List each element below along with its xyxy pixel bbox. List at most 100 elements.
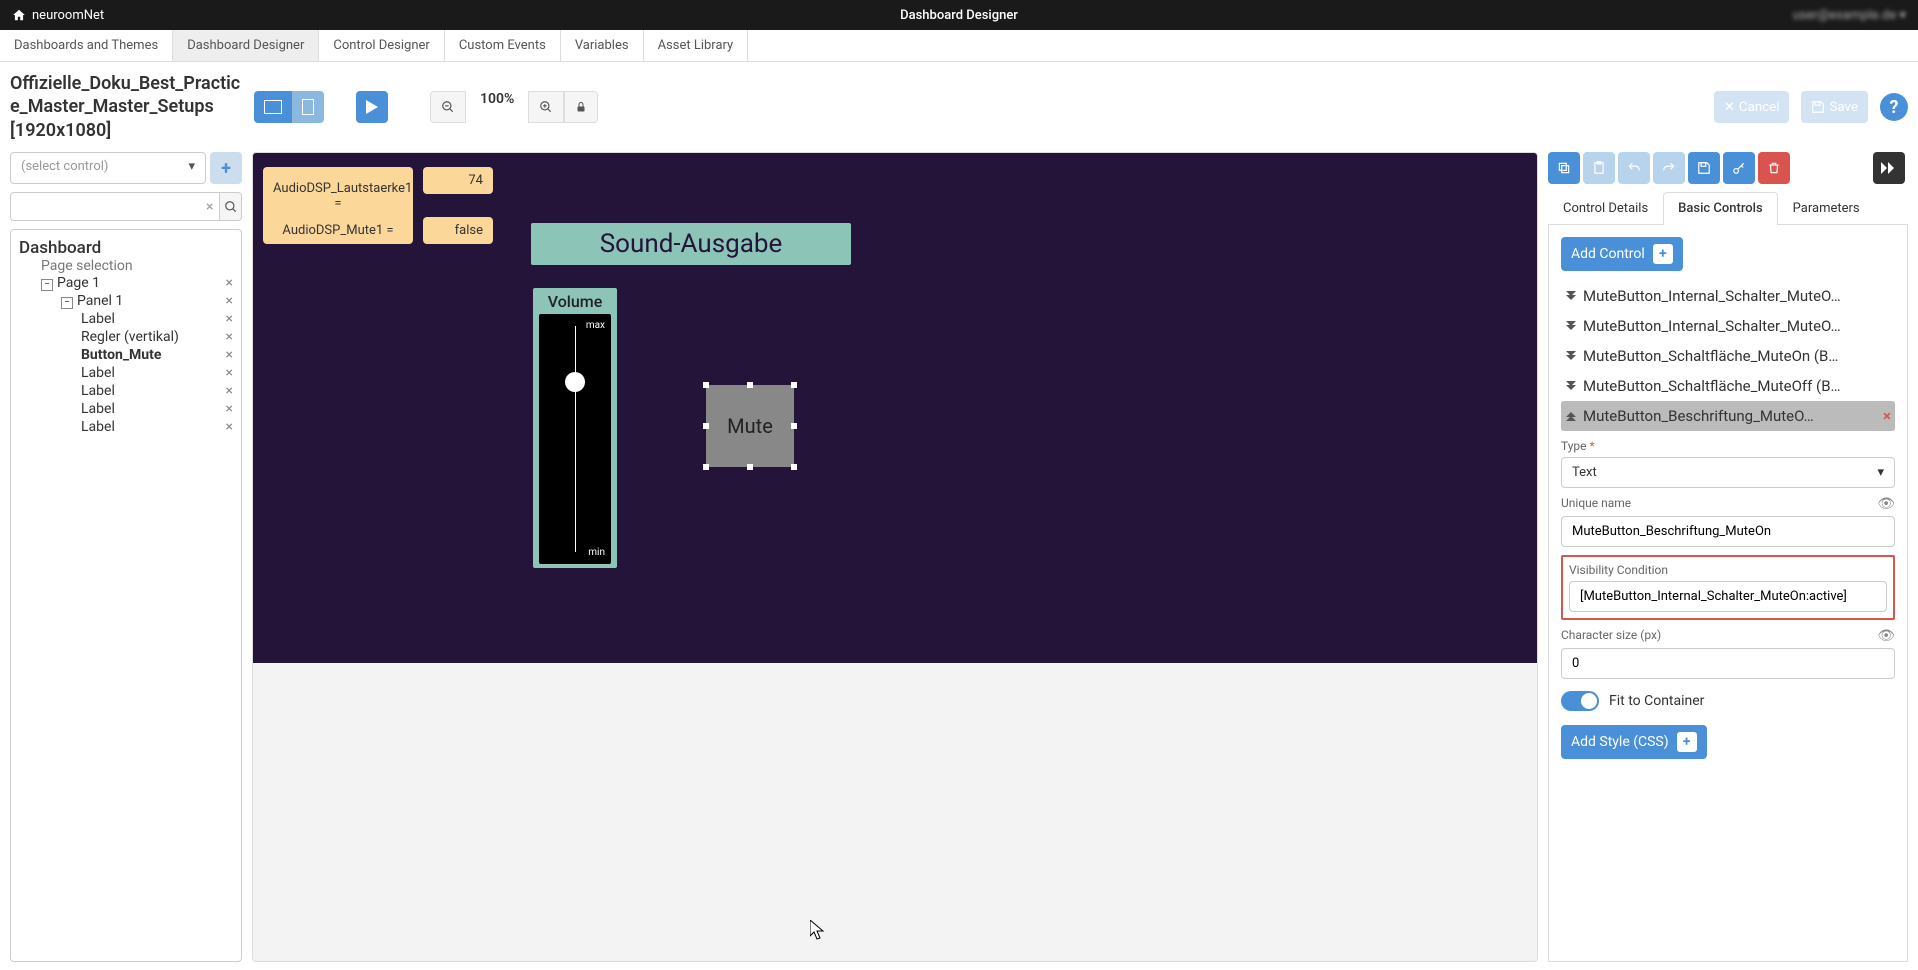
tree-delete-icon[interactable]: × bbox=[226, 347, 233, 363]
rtab-parameters[interactable]: Parameters bbox=[1778, 192, 1875, 224]
layout-landscape-button[interactable] bbox=[254, 91, 292, 123]
tree-delete-icon[interactable]: × bbox=[226, 293, 233, 309]
zoom-in-button[interactable] bbox=[528, 91, 564, 123]
play-button[interactable] bbox=[356, 91, 388, 123]
tree-item[interactable]: −Page 1× bbox=[41, 274, 233, 292]
control-list-item[interactable]: MuteButton_Internal_Schalter_MuteO… bbox=[1561, 311, 1895, 341]
tree-item[interactable]: Label× bbox=[81, 418, 233, 436]
visibility-toggle-icon[interactable]: 👁 bbox=[1877, 496, 1895, 512]
tree-delete-icon[interactable]: × bbox=[226, 311, 233, 327]
tab-custom-events[interactable]: Custom Events bbox=[445, 30, 561, 61]
rtab-control-details[interactable]: Control Details bbox=[1548, 192, 1663, 224]
fit-container-toggle[interactable] bbox=[1561, 691, 1599, 711]
page-title: Dashboard Designer bbox=[900, 8, 1018, 23]
left-panel: (select control) + × Dashboard Page sele… bbox=[10, 152, 242, 962]
clear-search-icon[interactable]: × bbox=[200, 199, 219, 215]
user-info: user@example.de ▾ bbox=[1793, 8, 1906, 23]
tab-dashboard-designer[interactable]: Dashboard Designer bbox=[173, 30, 319, 61]
slider-knob[interactable] bbox=[565, 372, 585, 392]
help-icon[interactable]: ? bbox=[1880, 93, 1908, 121]
tree-delete-icon[interactable]: × bbox=[226, 329, 233, 345]
tree-item[interactable]: Label× bbox=[81, 364, 233, 382]
chevron-down-icon[interactable] bbox=[1565, 290, 1577, 302]
type-select[interactable]: Text▾ bbox=[1561, 457, 1895, 488]
tree-item[interactable]: Regler (vertikal)× bbox=[81, 328, 233, 346]
chip-audiodsp-mute[interactable]: AudioDSP_Mute1 = bbox=[263, 217, 413, 244]
tree-toggle-icon[interactable]: − bbox=[61, 297, 73, 309]
tab-control-designer[interactable]: Control Designer bbox=[319, 30, 444, 61]
delete-button[interactable] bbox=[1758, 152, 1790, 184]
control-list-item[interactable]: MuteButton_Internal_Schalter_MuteO… bbox=[1561, 281, 1895, 311]
tree-root[interactable]: Dashboard bbox=[19, 238, 233, 258]
save-button[interactable]: Save bbox=[1801, 91, 1868, 123]
select-control-dropdown[interactable]: (select control) bbox=[10, 152, 206, 184]
home-icon[interactable] bbox=[12, 8, 26, 22]
cancel-button[interactable]: ✕Cancel bbox=[1714, 91, 1790, 123]
right-panel: Control Details Basic Controls Parameter… bbox=[1548, 152, 1908, 962]
tree-item[interactable]: −Panel 1× bbox=[61, 292, 233, 310]
add-control-button-right[interactable]: Add Control + bbox=[1561, 237, 1683, 271]
tree-item[interactable]: Label× bbox=[81, 310, 233, 328]
brand-label: neuroomNet bbox=[32, 8, 104, 23]
layout-portrait-button[interactable] bbox=[292, 91, 324, 123]
unique-name-input[interactable] bbox=[1561, 516, 1895, 547]
volume-label: Volume bbox=[537, 292, 613, 311]
redo-button[interactable] bbox=[1653, 152, 1685, 184]
tree-delete-icon[interactable]: × bbox=[226, 419, 233, 435]
tab-variables[interactable]: Variables bbox=[561, 30, 644, 61]
tab-dashboards-themes[interactable]: Dashboards and Themes bbox=[0, 30, 173, 61]
undo-button[interactable] bbox=[1618, 152, 1650, 184]
control-list-item[interactable]: MuteButton_Schaltfläche_MuteOff (B… bbox=[1561, 371, 1895, 401]
chevron-down-icon[interactable] bbox=[1565, 380, 1577, 392]
search-button[interactable] bbox=[220, 192, 242, 221]
tree-page-selection[interactable]: Page selection bbox=[41, 258, 233, 274]
tree-item[interactable]: Label× bbox=[81, 400, 233, 418]
cursor-icon bbox=[810, 920, 826, 940]
sound-title-label[interactable]: Sound-Ausgabe bbox=[531, 223, 851, 265]
slider-max-label: max bbox=[586, 320, 605, 331]
tree-item[interactable]: Label× bbox=[81, 382, 233, 400]
volume-slider[interactable]: Volume max min bbox=[533, 288, 617, 568]
remove-control-icon[interactable]: × bbox=[1883, 407, 1891, 425]
visibility-condition-input[interactable] bbox=[1569, 581, 1887, 612]
canvas-area: AudioDSP_Lautstaerke1 = 74 AudioDSP_Mute… bbox=[252, 152, 1538, 962]
copy-button[interactable] bbox=[1548, 152, 1580, 184]
save-panel-button[interactable] bbox=[1688, 152, 1720, 184]
tree-toggle-icon[interactable]: − bbox=[41, 279, 53, 291]
collapse-panel-button[interactable] bbox=[1873, 152, 1905, 184]
visibility-toggle-icon-2[interactable]: 👁 bbox=[1877, 628, 1895, 644]
char-size-input[interactable] bbox=[1561, 648, 1895, 679]
mute-button[interactable]: Mute bbox=[706, 385, 794, 467]
tab-asset-library[interactable]: Asset Library bbox=[644, 30, 749, 61]
tree-delete-icon[interactable]: × bbox=[226, 383, 233, 399]
zoom-level: 100% bbox=[466, 91, 528, 123]
tree-item[interactable]: Button_Mute× bbox=[81, 346, 233, 364]
top-bar: neuroomNet Dashboard Designer user@examp… bbox=[0, 0, 1918, 30]
add-control-button[interactable]: + bbox=[210, 152, 242, 184]
chevron-down-icon[interactable] bbox=[1565, 320, 1577, 332]
lock-button[interactable] bbox=[564, 91, 598, 123]
paste-button[interactable] bbox=[1583, 152, 1615, 184]
project-title: Offizielle_Doku_Best_Practice_Master_Mas… bbox=[10, 72, 242, 142]
add-style-button[interactable]: Add Style (CSS) + bbox=[1561, 725, 1707, 759]
key-button[interactable] bbox=[1723, 152, 1755, 184]
tree-delete-icon[interactable]: × bbox=[226, 365, 233, 381]
zoom-out-button[interactable] bbox=[430, 91, 466, 123]
toolbar: Offizielle_Doku_Best_Practice_Master_Mas… bbox=[0, 62, 1918, 152]
chip-audiodsp-lautstaerke-value[interactable]: 74 bbox=[423, 167, 493, 194]
chip-audiodsp-mute-value[interactable]: false bbox=[423, 217, 493, 244]
rtab-basic-controls[interactable]: Basic Controls bbox=[1663, 192, 1777, 225]
tree-delete-icon[interactable]: × bbox=[226, 401, 233, 417]
main-tabs: Dashboards and Themes Dashboard Designer… bbox=[0, 30, 1918, 62]
chevron-down-icon[interactable] bbox=[1565, 350, 1577, 362]
plus-icon: + bbox=[1653, 244, 1673, 264]
control-list-item[interactable]: MuteButton_Schaltfläche_MuteOn (B… bbox=[1561, 341, 1895, 371]
tree-delete-icon[interactable]: × bbox=[226, 275, 233, 291]
chevron-up-icon[interactable] bbox=[1565, 410, 1577, 422]
design-canvas[interactable]: AudioDSP_Lautstaerke1 = 74 AudioDSP_Mute… bbox=[253, 153, 1537, 663]
hierarchy-tree: Dashboard Page selection −Page 1×−Panel … bbox=[10, 229, 242, 962]
fit-container-label: Fit to Container bbox=[1609, 693, 1704, 709]
slider-min-label: min bbox=[588, 547, 605, 558]
control-list-item[interactable]: MuteButton_Beschriftung_MuteO…× bbox=[1561, 401, 1895, 431]
search-input[interactable] bbox=[11, 193, 200, 220]
